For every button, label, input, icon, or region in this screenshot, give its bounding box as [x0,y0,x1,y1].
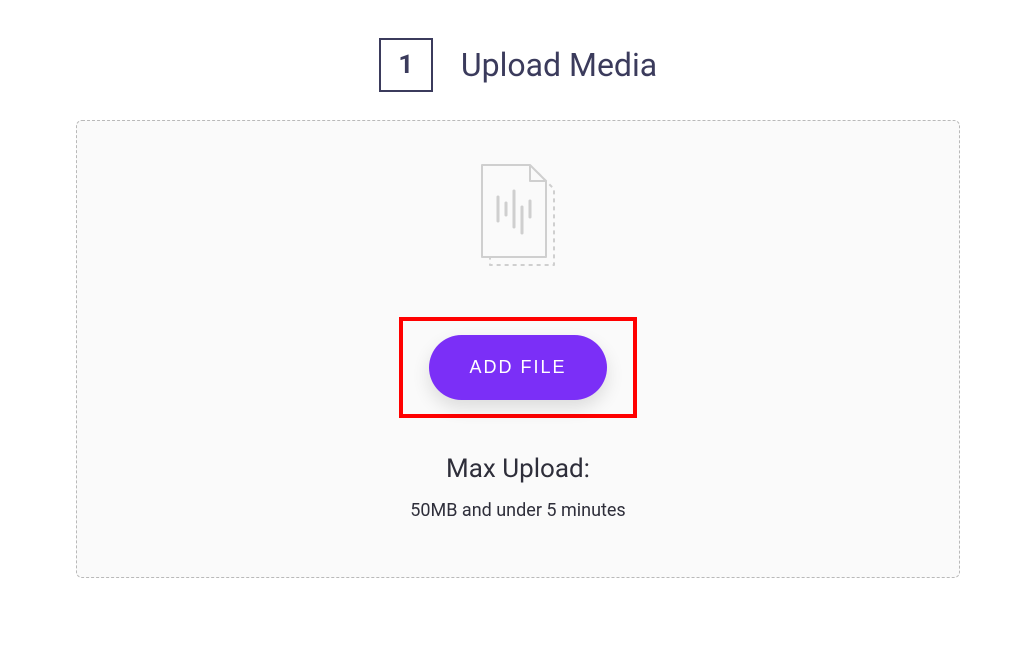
highlight-annotation: ADD FILE [399,317,636,418]
file-icon [468,155,568,279]
upload-dropzone[interactable]: ADD FILE Max Upload: 50MB and under 5 mi… [76,120,960,578]
step-title: Upload Media [461,46,657,84]
step-number: 1 [398,50,413,80]
step-number-box: 1 [379,38,433,92]
add-file-button[interactable]: ADD FILE [429,335,606,400]
step-header: 1 Upload Media [0,0,1036,120]
upload-limits-detail: 50MB and under 5 minutes [410,500,625,521]
upload-limits-title: Max Upload: [446,454,590,484]
